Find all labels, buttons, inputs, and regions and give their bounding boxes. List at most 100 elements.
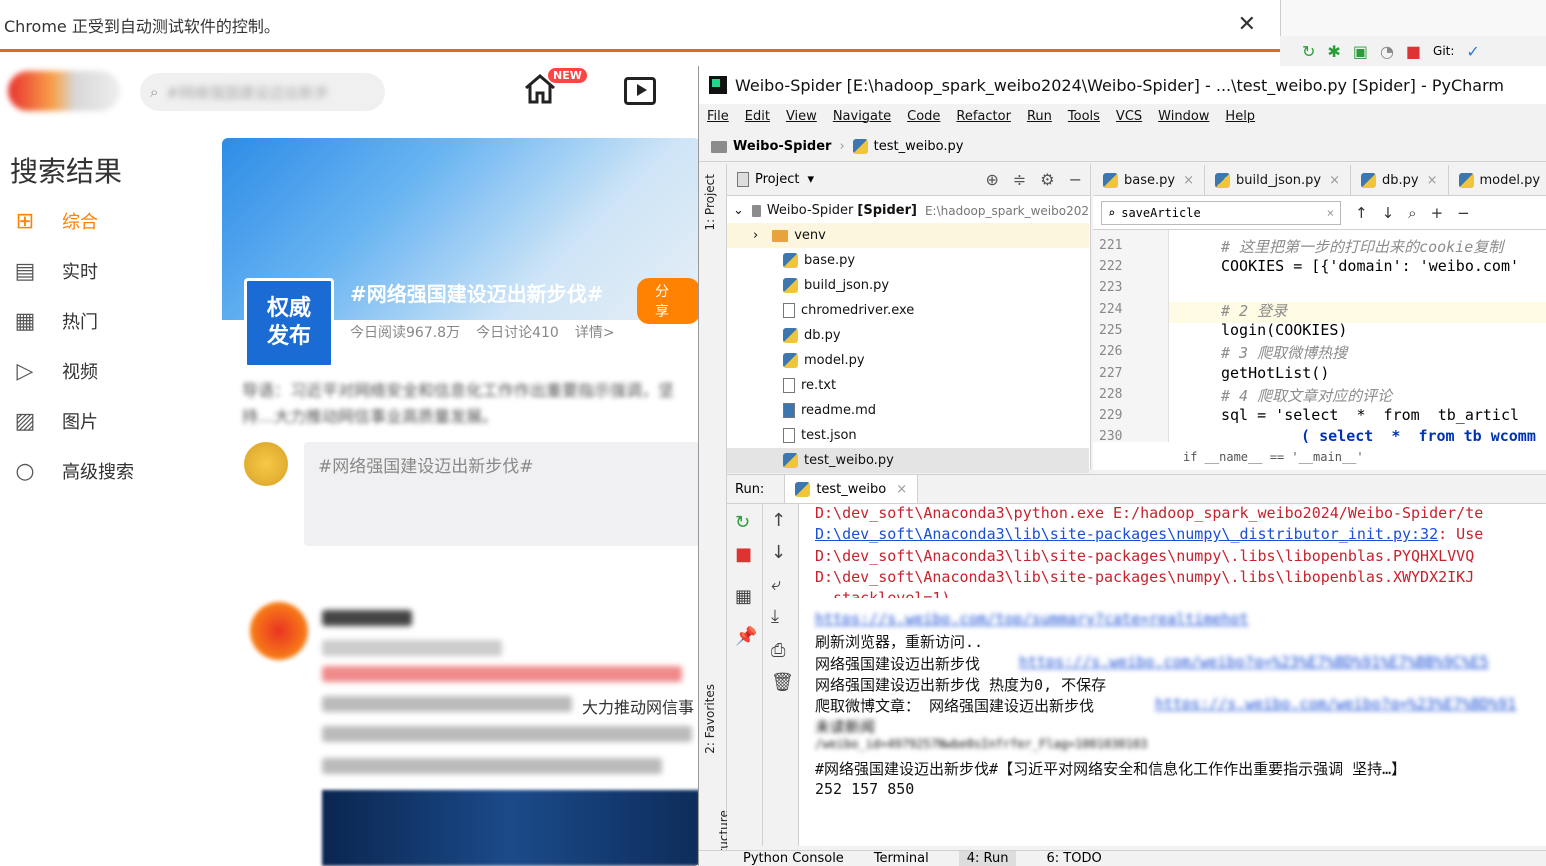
tree-item-file-selected[interactable]: test_weibo.py xyxy=(727,448,1089,473)
remove-selection-icon[interactable]: − xyxy=(1457,204,1470,222)
pin-icon[interactable]: 📌 xyxy=(735,626,757,647)
console-link[interactable]: https://s.weibo.com/weibo?q=%23%E7%BD%91 xyxy=(1155,695,1516,713)
tree-root[interactable]: ⌄ Weibo-Spider [Spider] E:\hadoop_spark_… xyxy=(727,198,1089,223)
run-console[interactable]: D:\dev_soft\Anaconda3\python.exe E:/hado… xyxy=(799,504,1546,846)
find-input[interactable]: ⌕ saveArticle × xyxy=(1101,200,1341,225)
tab-favorites[interactable]: 2: Favorites xyxy=(703,684,717,754)
nav-item-hot[interactable]: ▦ 热门 xyxy=(10,306,98,336)
rerun-icon[interactable]: ↻ xyxy=(735,512,750,533)
post-textarea[interactable]: #网络强国建设迈出新步伐# xyxy=(304,442,700,546)
collapse-icon[interactable]: ≑ xyxy=(1013,170,1026,189)
console-link[interactable]: https://s.weibo.com/top/summary?cate=rea… xyxy=(815,610,1248,628)
topic-title[interactable]: #网络强国建设迈出新步伐# xyxy=(350,278,604,307)
project-header-label[interactable]: Project xyxy=(755,172,799,187)
coverage-icon[interactable]: ▣ xyxy=(1353,42,1368,61)
code-line[interactable]: # 3 爬取微博热搜 xyxy=(1221,342,1347,363)
menu-view[interactable]: View xyxy=(786,109,817,124)
code-line[interactable]: getHotList() xyxy=(1221,364,1329,382)
menu-help[interactable]: Help xyxy=(1225,109,1255,124)
profile-icon[interactable]: ◔ xyxy=(1380,42,1394,61)
chevron-right-icon[interactable]: › xyxy=(753,228,758,243)
nav-item-realtime[interactable]: ▤ 实时 xyxy=(10,256,98,286)
close-icon[interactable]: × xyxy=(1427,173,1438,188)
rerun-icon[interactable]: ↻ xyxy=(1302,42,1315,61)
menu-code[interactable]: Code xyxy=(907,109,940,124)
console-link[interactable]: https://s.weibo.com/weibo?q=%23%E7%BD%91… xyxy=(1019,653,1489,671)
chevron-down-icon[interactable]: ⌄ xyxy=(733,203,744,218)
stop-icon[interactable]: ■ xyxy=(735,544,752,565)
nav-item-video[interactable]: ▷ 视频 xyxy=(10,356,98,386)
search-input[interactable]: ⌕ #网络强国建设迈出新步 xyxy=(140,73,385,111)
check-icon[interactable]: ✓ xyxy=(1466,42,1479,61)
menu-run[interactable]: Run xyxy=(1027,109,1052,124)
tab-db-py[interactable]: db.py × xyxy=(1351,165,1449,195)
arrow-up-icon[interactable]: ↑ xyxy=(771,510,786,531)
tab-terminal[interactable]: Terminal xyxy=(874,851,929,866)
code-line[interactable]: login(COOKIES) xyxy=(1221,321,1347,339)
avatar[interactable] xyxy=(250,602,308,660)
close-icon[interactable]: × xyxy=(1329,173,1340,188)
nav-item-advanced-search[interactable]: ○ 高级搜索 xyxy=(10,456,134,486)
stop-icon[interactable]: ■ xyxy=(1406,42,1421,61)
tree-item-file[interactable]: base.py xyxy=(727,248,1089,273)
breadcrumb-file[interactable]: test_weibo.py xyxy=(874,139,964,154)
post-image[interactable] xyxy=(322,790,700,866)
arrow-down-icon[interactable]: ↓ xyxy=(1382,204,1395,222)
code-line[interactable]: # 4 爬取文章对应的评论 xyxy=(1221,385,1392,406)
hide-icon[interactable]: − xyxy=(1069,170,1082,189)
trash-icon[interactable]: 🗑 xyxy=(771,672,794,693)
run-tab[interactable]: test_weibo × xyxy=(784,475,919,503)
locate-icon[interactable]: ⊕ xyxy=(985,170,998,189)
menu-vcs[interactable]: VCS xyxy=(1116,109,1142,124)
soft-wrap-icon[interactable]: ⤶ xyxy=(771,574,781,595)
tab-project[interactable]: 1: Project xyxy=(703,174,717,231)
breadcrumb-project[interactable]: Weibo-Spider xyxy=(733,139,831,154)
nav-item-all[interactable]: ⊞ 综合 xyxy=(10,206,98,236)
console-link[interactable]: D:\dev_soft\Anaconda3\lib\site-packages\… xyxy=(815,525,1438,543)
tab-python-console[interactable]: Python Console xyxy=(743,851,844,866)
chevron-down-icon[interactable]: ▾ xyxy=(807,172,814,187)
nav-item-images[interactable]: ▨ 图片 xyxy=(10,406,98,436)
weibo-logo[interactable] xyxy=(8,71,120,111)
tree-item-file[interactable]: model.py xyxy=(727,348,1089,373)
arrow-up-icon[interactable]: ↑ xyxy=(1355,204,1368,222)
video-icon[interactable] xyxy=(624,77,656,105)
tab-todo[interactable]: 6: TODO xyxy=(1046,851,1101,866)
gear-icon[interactable]: ⚙ xyxy=(1040,170,1054,189)
menu-refactor[interactable]: Refactor xyxy=(956,109,1011,124)
close-icon[interactable]: ✕ xyxy=(1238,12,1256,37)
clear-icon[interactable]: × xyxy=(1327,206,1334,220)
scroll-end-icon[interactable]: ⤓ xyxy=(771,606,779,627)
tab-base-py[interactable]: base.py × xyxy=(1093,165,1205,195)
code-line[interactable]: ( select * from tb wcomm xyxy=(1283,427,1536,445)
debug-icon[interactable]: ✱ xyxy=(1327,42,1340,61)
menu-window[interactable]: Window xyxy=(1158,109,1209,124)
add-selection-icon[interactable]: + xyxy=(1431,204,1444,222)
menu-edit[interactable]: Edit xyxy=(745,109,770,124)
menu-navigate[interactable]: Navigate xyxy=(833,109,891,124)
tab-build-json-py[interactable]: build_json.py × xyxy=(1205,165,1352,195)
close-icon[interactable]: × xyxy=(1183,173,1194,188)
tree-item-file[interactable]: re.txt xyxy=(727,373,1089,398)
tree-item-file[interactable]: build_json.py xyxy=(727,273,1089,298)
close-icon[interactable]: × xyxy=(896,482,907,497)
menu-tools[interactable]: Tools xyxy=(1068,109,1100,124)
tab-model-py[interactable]: model.py× xyxy=(1449,165,1546,195)
menu-file[interactable]: File xyxy=(707,109,729,124)
code-line[interactable]: COOKIES = [{'domain': 'weibo.com' xyxy=(1221,257,1519,275)
find-all-icon[interactable]: ⌕ xyxy=(1408,204,1416,222)
code-line[interactable]: # 2 登录 xyxy=(1221,300,1287,321)
tree-item-file[interactable]: chromedriver.exe xyxy=(727,298,1089,323)
detail-link[interactable]: 详情> xyxy=(575,322,615,342)
tree-item-venv[interactable]: › venv xyxy=(727,223,1089,248)
layout-icon[interactable]: ▦ xyxy=(735,586,752,607)
code-breadcrumb[interactable]: if __name__ == '__main__' xyxy=(1183,450,1364,464)
tree-item-file[interactable]: readme.md xyxy=(727,398,1089,423)
tree-item-file[interactable]: db.py xyxy=(727,323,1089,348)
code-line[interactable]: # 这里把第一步的打印出来的cookie复制 xyxy=(1221,236,1503,257)
arrow-down-icon[interactable]: ↓ xyxy=(771,542,786,563)
code-line[interactable]: sql = 'select * from tb_articl xyxy=(1221,406,1519,424)
print-icon[interactable]: ⎙ xyxy=(771,640,785,661)
share-button[interactable]: 分享 xyxy=(637,278,700,324)
tree-item-file[interactable]: test.json xyxy=(727,423,1089,448)
